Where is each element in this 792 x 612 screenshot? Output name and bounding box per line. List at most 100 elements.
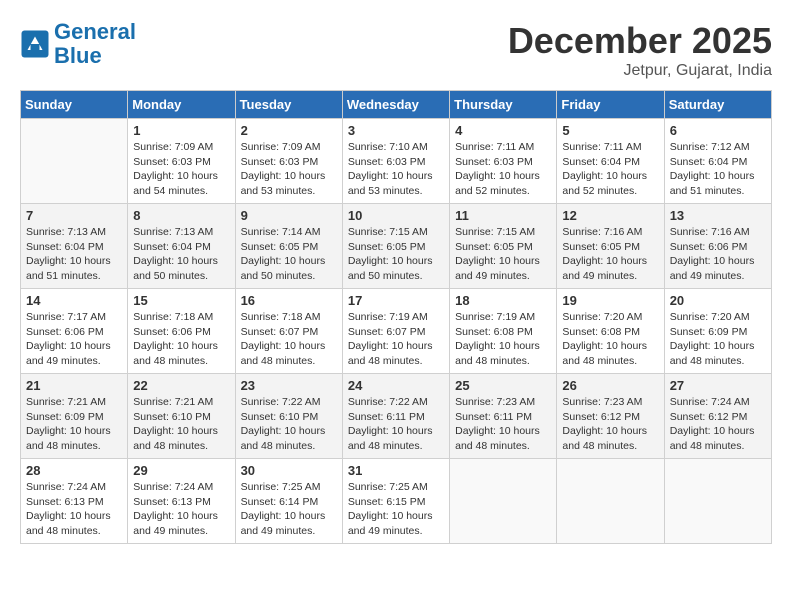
calendar-cell: 14Sunrise: 7:17 AM Sunset: 6:06 PM Dayli…	[21, 289, 128, 374]
calendar-cell: 7 Sunrise: 7:13 AM Sunset: 6:04 PM Daylig…	[21, 204, 128, 289]
calendar-cell: 4 Sunrise: 7:11 AM Sunset: 6:03 PM Daylig…	[450, 119, 557, 204]
day-info: Sunrise: 7:20 AM Sunset: 6:08 PM Dayligh…	[562, 310, 658, 369]
day-info: Sunrise: 7:09 AM Sunset: 6:03 PM Dayligh…	[133, 140, 229, 199]
calendar-cell: 27Sunrise: 7:24 AM Sunset: 6:12 PM Dayli…	[664, 374, 771, 459]
day-number: 17	[348, 293, 444, 308]
calendar-cell: 26Sunrise: 7:23 AM Sunset: 6:12 PM Dayli…	[557, 374, 664, 459]
calendar-cell	[664, 459, 771, 544]
calendar-cell: 23 Sunrise: 7:22 AM Sunset: 6:10 PM Dayli…	[235, 374, 342, 459]
day-number: 9	[241, 208, 337, 223]
day-number: 26	[562, 378, 658, 393]
day-number: 22	[133, 378, 229, 393]
calendar-cell: 13 Sunrise: 7:16 AM Sunset: 6:06 PM Dayli…	[664, 204, 771, 289]
day-number: 16	[241, 293, 337, 308]
day-info: Sunrise: 7:09 AM Sunset: 6:03 PM Dayligh…	[241, 140, 337, 199]
calendar-cell: 25Sunrise: 7:23 AM Sunset: 6:11 PM Dayli…	[450, 374, 557, 459]
day-number: 1	[133, 123, 229, 138]
day-number: 19	[562, 293, 658, 308]
day-info: Sunrise: 7:24 AM Sunset: 6:12 PM Dayligh…	[670, 395, 766, 454]
day-number: 3	[348, 123, 444, 138]
day-info: Sunrise: 7:22 AM Sunset: 6:11 PM Dayligh…	[348, 395, 444, 454]
day-number: 20	[670, 293, 766, 308]
day-info: Sunrise: 7:18 AM Sunset: 6:06 PM Dayligh…	[133, 310, 229, 369]
day-number: 5	[562, 123, 658, 138]
day-info: Sunrise: 7:13 AM Sunset: 6:04 PM Dayligh…	[133, 225, 229, 284]
calendar-header: SundayMondayTuesdayWednesdayThursdayFrid…	[21, 91, 772, 119]
day-info: Sunrise: 7:11 AM Sunset: 6:03 PM Dayligh…	[455, 140, 551, 199]
weekday-header-monday: Monday	[128, 91, 235, 119]
day-info: Sunrise: 7:13 AM Sunset: 6:04 PM Dayligh…	[26, 225, 122, 284]
day-number: 30	[241, 463, 337, 478]
calendar-week-3: 14Sunrise: 7:17 AM Sunset: 6:06 PM Dayli…	[21, 289, 772, 374]
calendar-cell	[557, 459, 664, 544]
day-info: Sunrise: 7:20 AM Sunset: 6:09 PM Dayligh…	[670, 310, 766, 369]
day-info: Sunrise: 7:22 AM Sunset: 6:10 PM Dayligh…	[241, 395, 337, 454]
day-number: 6	[670, 123, 766, 138]
calendar-cell: 11 Sunrise: 7:15 AM Sunset: 6:05 PM Dayli…	[450, 204, 557, 289]
weekday-header-tuesday: Tuesday	[235, 91, 342, 119]
day-number: 13	[670, 208, 766, 223]
day-info: Sunrise: 7:16 AM Sunset: 6:06 PM Dayligh…	[670, 225, 766, 284]
day-info: Sunrise: 7:11 AM Sunset: 6:04 PM Dayligh…	[562, 140, 658, 199]
day-info: Sunrise: 7:21 AM Sunset: 6:10 PM Dayligh…	[133, 395, 229, 454]
day-number: 11	[455, 208, 551, 223]
title-block: December 2025 Jetpur, Gujarat, India	[508, 20, 772, 80]
calendar-cell: 19 Sunrise: 7:20 AM Sunset: 6:08 PM Dayli…	[557, 289, 664, 374]
weekday-header-saturday: Saturday	[664, 91, 771, 119]
calendar-week-5: 28 Sunrise: 7:24 AM Sunset: 6:13 PM Dayli…	[21, 459, 772, 544]
day-number: 12	[562, 208, 658, 223]
calendar-cell: 24 Sunrise: 7:22 AM Sunset: 6:11 PM Dayli…	[342, 374, 449, 459]
day-number: 31	[348, 463, 444, 478]
day-info: Sunrise: 7:15 AM Sunset: 6:05 PM Dayligh…	[455, 225, 551, 284]
logo-line1: General	[54, 19, 136, 44]
calendar-cell: 9Sunrise: 7:14 AM Sunset: 6:05 PM Daylig…	[235, 204, 342, 289]
weekday-header-friday: Friday	[557, 91, 664, 119]
day-number: 8	[133, 208, 229, 223]
calendar-cell: 28 Sunrise: 7:24 AM Sunset: 6:13 PM Dayli…	[21, 459, 128, 544]
calendar-cell: 17 Sunrise: 7:19 AM Sunset: 6:07 PM Dayli…	[342, 289, 449, 374]
calendar-cell: 21 Sunrise: 7:21 AM Sunset: 6:09 PM Dayli…	[21, 374, 128, 459]
day-info: Sunrise: 7:24 AM Sunset: 6:13 PM Dayligh…	[26, 480, 122, 539]
calendar-cell: 3 Sunrise: 7:10 AM Sunset: 6:03 PM Daylig…	[342, 119, 449, 204]
day-number: 24	[348, 378, 444, 393]
logo-icon	[20, 29, 50, 59]
day-info: Sunrise: 7:12 AM Sunset: 6:04 PM Dayligh…	[670, 140, 766, 199]
day-number: 4	[455, 123, 551, 138]
logo-line2: Blue	[54, 43, 102, 68]
calendar-cell: 16Sunrise: 7:18 AM Sunset: 6:07 PM Dayli…	[235, 289, 342, 374]
day-number: 15	[133, 293, 229, 308]
logo: General Blue	[20, 20, 136, 68]
day-info: Sunrise: 7:17 AM Sunset: 6:06 PM Dayligh…	[26, 310, 122, 369]
day-info: Sunrise: 7:21 AM Sunset: 6:09 PM Dayligh…	[26, 395, 122, 454]
calendar-cell: 10Sunrise: 7:15 AM Sunset: 6:05 PM Dayli…	[342, 204, 449, 289]
calendar-cell: 5 Sunrise: 7:11 AM Sunset: 6:04 PM Daylig…	[557, 119, 664, 204]
calendar-cell: 22 Sunrise: 7:21 AM Sunset: 6:10 PM Dayli…	[128, 374, 235, 459]
day-info: Sunrise: 7:19 AM Sunset: 6:08 PM Dayligh…	[455, 310, 551, 369]
calendar-cell: 29 Sunrise: 7:24 AM Sunset: 6:13 PM Dayli…	[128, 459, 235, 544]
day-number: 23	[241, 378, 337, 393]
weekday-header-wednesday: Wednesday	[342, 91, 449, 119]
day-number: 21	[26, 378, 122, 393]
day-number: 28	[26, 463, 122, 478]
weekday-header-thursday: Thursday	[450, 91, 557, 119]
day-info: Sunrise: 7:10 AM Sunset: 6:03 PM Dayligh…	[348, 140, 444, 199]
calendar-cell: 30 Sunrise: 7:25 AM Sunset: 6:14 PM Dayli…	[235, 459, 342, 544]
day-info: Sunrise: 7:24 AM Sunset: 6:13 PM Dayligh…	[133, 480, 229, 539]
day-info: Sunrise: 7:23 AM Sunset: 6:11 PM Dayligh…	[455, 395, 551, 454]
calendar-week-4: 21 Sunrise: 7:21 AM Sunset: 6:09 PM Dayli…	[21, 374, 772, 459]
calendar-cell	[21, 119, 128, 204]
calendar-cell: 1 Sunrise: 7:09 AM Sunset: 6:03 PM Daylig…	[128, 119, 235, 204]
calendar-cell: 2Sunrise: 7:09 AM Sunset: 6:03 PM Daylig…	[235, 119, 342, 204]
day-info: Sunrise: 7:16 AM Sunset: 6:05 PM Dayligh…	[562, 225, 658, 284]
day-number: 18	[455, 293, 551, 308]
logo-text: General Blue	[54, 20, 136, 68]
calendar-table: SundayMondayTuesdayWednesdayThursdayFrid…	[20, 90, 772, 544]
day-info: Sunrise: 7:25 AM Sunset: 6:14 PM Dayligh…	[241, 480, 337, 539]
day-number: 7	[26, 208, 122, 223]
day-info: Sunrise: 7:15 AM Sunset: 6:05 PM Dayligh…	[348, 225, 444, 284]
location: Jetpur, Gujarat, India	[508, 62, 772, 80]
day-number: 29	[133, 463, 229, 478]
day-info: Sunrise: 7:19 AM Sunset: 6:07 PM Dayligh…	[348, 310, 444, 369]
calendar-cell: 6 Sunrise: 7:12 AM Sunset: 6:04 PM Daylig…	[664, 119, 771, 204]
calendar-cell	[450, 459, 557, 544]
